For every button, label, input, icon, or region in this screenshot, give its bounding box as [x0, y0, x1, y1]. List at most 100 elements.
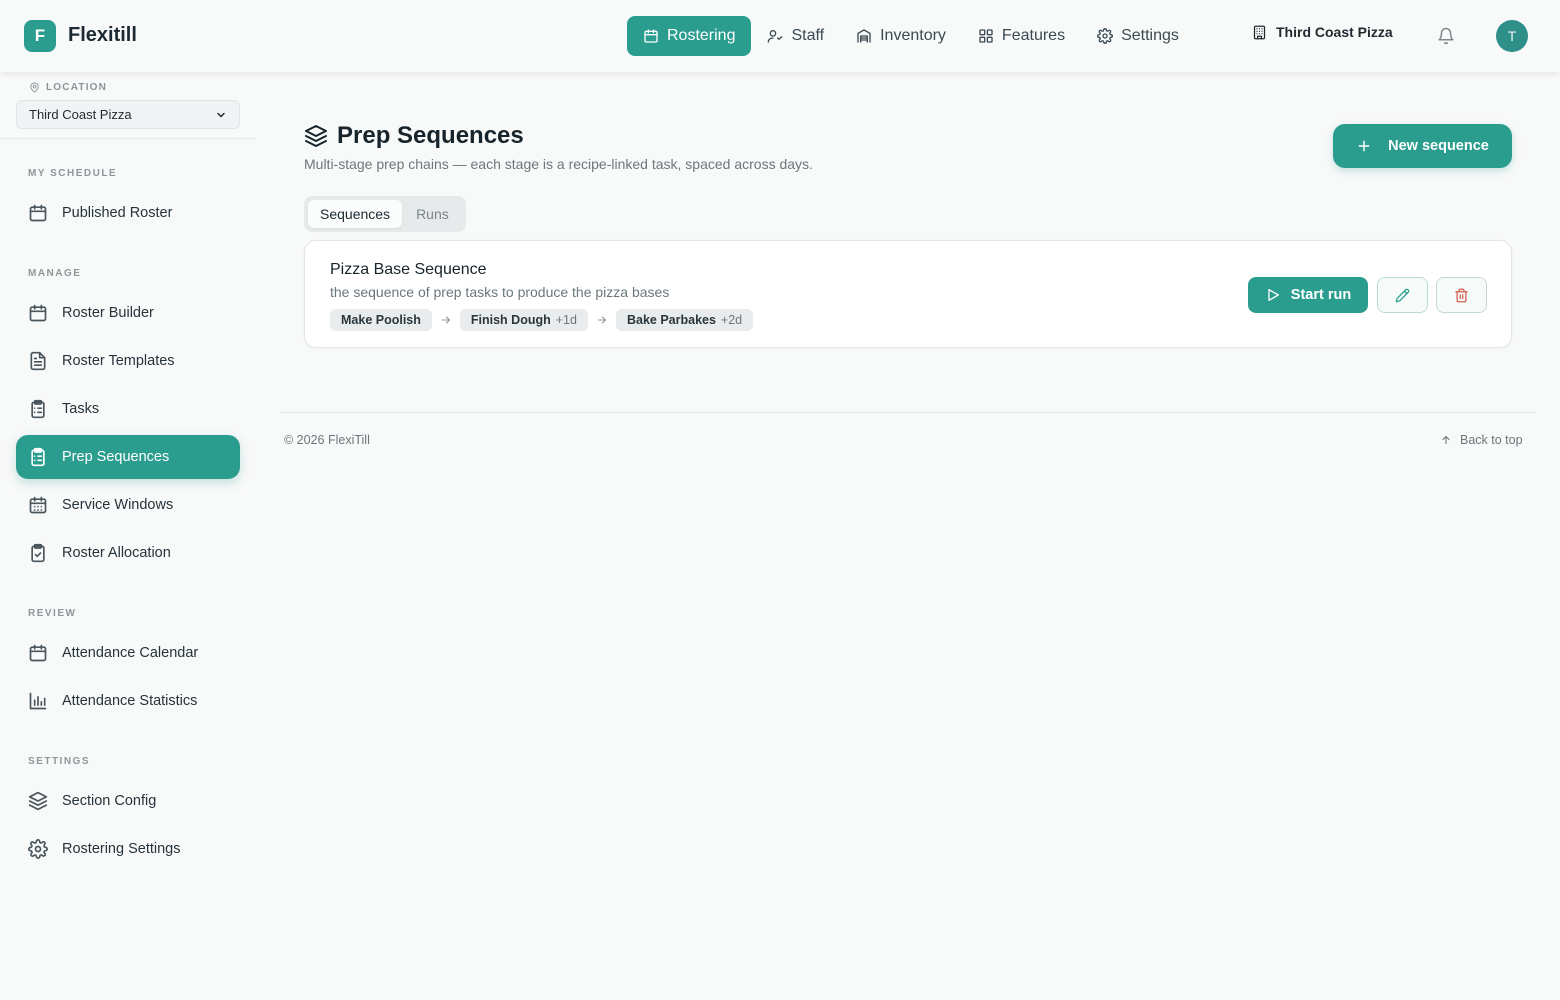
page-subtitle: Multi-stage prep chains — each stage is … — [304, 156, 813, 172]
stage-offset: +2d — [720, 313, 743, 327]
sidebar-item-label: Attendance Calendar — [62, 645, 199, 661]
group-settings: SETTINGS — [28, 756, 91, 767]
tab-sequences[interactable]: Sequences — [308, 200, 403, 228]
sidebar-item-label: Published Roster — [62, 205, 173, 221]
view-tabs: Sequences Runs — [304, 196, 466, 232]
trash-icon — [1455, 288, 1468, 302]
location-label: LOCATION — [29, 82, 107, 93]
stage-chip: Bake Parbakes +2d — [615, 309, 754, 331]
top-bar: F Flexitill Rostering Staff Inventory Fe… — [0, 0, 1560, 72]
sidebar-item-service-windows[interactable]: Service Windows — [16, 483, 240, 527]
copyright: © 2026 FlexiTill — [284, 433, 370, 447]
pencil-icon — [1395, 288, 1410, 302]
sidebar-item-label: Tasks — [62, 401, 100, 417]
sidebar-divider — [0, 138, 256, 139]
group-my-schedule: MY SCHEDULE — [28, 168, 118, 179]
nav-settings-label: Settings — [1121, 27, 1179, 44]
nav-staff[interactable]: Staff — [751, 16, 840, 56]
stage-name: Finish Dough — [470, 313, 551, 327]
sidebar-item-label: Attendance Statistics — [62, 693, 198, 709]
stage-offset: +1d — [555, 313, 577, 327]
warehouse-icon — [857, 29, 871, 43]
location-name: Third Coast Pizza — [1276, 24, 1393, 40]
grid-icon — [979, 29, 993, 43]
delete-sequence-button[interactable] — [1436, 277, 1487, 313]
back-to-top-label: Back to top — [1460, 433, 1523, 447]
stage-name: Make Poolish — [341, 313, 421, 327]
sidebar-item-roster-templates[interactable]: Roster Templates — [16, 339, 240, 383]
stage-name: Bake Parbakes — [626, 313, 716, 327]
sidebar-item-label: Prep Sequences — [62, 449, 170, 465]
location-switcher[interactable]: Third Coast Pizza — [1252, 24, 1393, 40]
sidebar-item-label: Roster Allocation — [62, 545, 171, 561]
clipboard-list-icon — [31, 447, 45, 467]
page-title: Prep Sequences — [304, 122, 813, 150]
sidebar-item-roster-allocation[interactable]: Roster Allocation — [16, 531, 240, 575]
footer-divider — [280, 412, 1536, 413]
building-icon — [1253, 25, 1266, 39]
new-sequence-label: New sequence — [1388, 138, 1489, 154]
location-select[interactable]: Third Coast Pizza — [16, 100, 240, 129]
calendar-icon — [644, 29, 658, 43]
new-sequence-button[interactable]: New sequence — [1333, 124, 1512, 168]
sidebar-item-label: Rostering Settings — [62, 841, 181, 857]
nav-inventory-label: Inventory — [880, 27, 946, 44]
sidebar-item-section-config[interactable]: Section Config — [16, 779, 240, 823]
start-run-button[interactable]: Start run — [1248, 277, 1368, 313]
nav-rostering[interactable]: Rostering — [627, 16, 752, 56]
nav-rostering-label: Rostering — [667, 27, 736, 44]
app-name[interactable]: Flexitill — [68, 24, 137, 47]
nav-settings[interactable]: Settings — [1081, 16, 1195, 56]
app-logo[interactable]: F — [24, 20, 56, 52]
tab-runs[interactable]: Runs — [404, 200, 461, 228]
bar-chart-icon — [29, 692, 47, 710]
sidebar-item-attendance-statistics[interactable]: Attendance Statistics — [16, 679, 240, 723]
sequence-card: Pizza Base Sequence the sequence of prep… — [304, 240, 1512, 348]
sidebar-item-label: Section Config — [62, 793, 157, 809]
layers-icon — [305, 125, 327, 147]
sidebar-item-roster-builder[interactable]: Roster Builder — [16, 291, 240, 335]
page-header: Prep Sequences Multi-stage prep chains —… — [304, 122, 813, 172]
arrow-right-icon — [441, 316, 450, 324]
sidebar-item-prep-sequences[interactable]: Prep Sequences — [16, 435, 240, 479]
arrow-up-icon — [1442, 435, 1450, 445]
nav-inventory[interactable]: Inventory — [840, 16, 962, 56]
gear-icon — [1097, 28, 1113, 44]
sidebar-item-rostering-settings[interactable]: Rostering Settings — [16, 827, 240, 871]
location-select-value: Third Coast Pizza — [29, 107, 132, 122]
stage-chip: Make Poolish — [330, 309, 432, 331]
sidebar-item-label: Roster Builder — [62, 305, 154, 321]
bell-icon[interactable] — [1437, 27, 1455, 45]
stage-chip: Finish Dough +1d — [459, 309, 588, 331]
sequence-description: the sequence of prep tasks to produce th… — [330, 284, 670, 300]
sidebar-item-tasks[interactable]: Tasks — [16, 387, 240, 431]
avatar[interactable]: T — [1496, 20, 1528, 52]
calendar-icon — [29, 204, 47, 222]
sidebar-item-label: Service Windows — [62, 497, 174, 513]
clipboard-check-icon — [31, 543, 45, 563]
clipboard-list-icon — [31, 399, 45, 419]
sequence-name: Pizza Base Sequence — [330, 261, 487, 278]
page-title-text: Prep Sequences — [337, 122, 524, 149]
calendar-days-icon — [29, 496, 47, 514]
back-to-top-link[interactable]: Back to top — [1440, 433, 1523, 447]
calendar-icon — [29, 644, 47, 662]
file-text-icon — [30, 351, 46, 371]
nav-staff-label: Staff — [791, 27, 825, 44]
stage-chain: Make Poolish Finish Dough +1d Bake Parba… — [330, 309, 754, 331]
chevron-down-icon — [217, 112, 225, 117]
sidebar-item-label: Roster Templates — [62, 353, 175, 369]
play-icon — [1268, 289, 1279, 301]
sidebar: LOCATION Third Coast Pizza MY SCHEDULE P… — [0, 72, 256, 1000]
start-run-label: Start run — [1290, 287, 1352, 303]
group-manage: MANAGE — [28, 268, 82, 279]
edit-sequence-button[interactable] — [1377, 277, 1428, 313]
sidebar-item-published-roster[interactable]: Published Roster — [16, 191, 240, 235]
group-review: REVIEW — [28, 608, 77, 619]
sidebar-item-attendance-calendar[interactable]: Attendance Calendar — [16, 631, 240, 675]
arrow-right-icon — [597, 316, 607, 324]
nav-features[interactable]: Features — [962, 16, 1081, 56]
map-pin-icon — [30, 82, 39, 93]
user-icon — [768, 30, 783, 43]
gear-icon — [28, 839, 48, 859]
